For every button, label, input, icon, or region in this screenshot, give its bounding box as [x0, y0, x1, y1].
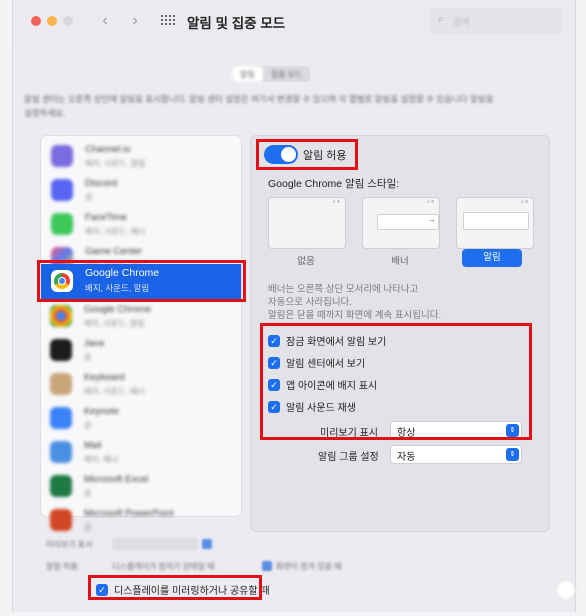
updown-chevron-icon: ⇕ — [506, 448, 519, 461]
style-description: 배너는 오른쪽 상단 모서리에 나타나고 자동으로 사라집니다. 알림은 닫을 … — [268, 284, 442, 321]
list-item[interactable]: Keynote 끔 — [40, 402, 240, 436]
menubar-icons: ⌕ ≡ — [426, 199, 434, 205]
minimize-window-button[interactable] — [47, 16, 57, 26]
style-none-option[interactable]: ⌕ ≡ — [268, 197, 346, 249]
list-item[interactable]: Mail 배지, 배너 — [40, 436, 240, 470]
search-field[interactable]: ⌕ 검색 — [429, 8, 563, 34]
focus-option-text-2: 화면이 잠겨 있을 때 — [276, 562, 342, 571]
app-list-lower: Google Chrome 배지, 사운드, 알림 Java 끔 Keyboard 배… — [40, 300, 240, 532]
focus-option-label: 알림 허용: — [46, 562, 80, 571]
tab-control: 알림 집중 모드 — [232, 66, 311, 82]
list-item[interactable]: Discord 끔 — [41, 174, 241, 208]
list-item[interactable]: FaceTime 배지, 사운드, 배너 — [41, 208, 241, 242]
alert-preview — [463, 212, 529, 230]
highlight-chrome — [37, 260, 246, 302]
menubar-icons: ⌕ ≡ — [332, 199, 340, 205]
grouping-select[interactable]: 자동 ⇕ — [390, 445, 522, 464]
grouping-label: 알림 그룹 설정 — [318, 452, 379, 463]
style-alert-label[interactable]: 알림 — [462, 249, 522, 267]
arrow-right-icon: → — [427, 214, 436, 224]
grouping-value: 자동 — [397, 452, 416, 463]
tab-notifications[interactable]: 알림 — [232, 66, 263, 82]
window-title: 알림 및 집중 모드 — [187, 16, 286, 31]
style-label: Google Chrome 알림 스타일: — [268, 178, 400, 190]
help-button[interactable] — [556, 580, 576, 600]
style-banner-option[interactable]: ⌕ ≡ → — [362, 197, 440, 249]
notification-description: 알림 센터는 오른쪽 상단에 알림을 표시합니다. 알림 센터 설정은 여기서 … — [24, 94, 494, 118]
focus-option-text: 디스플레이가 잠자기 상태일 때 — [112, 562, 215, 571]
style-none-label: 없음 — [297, 256, 315, 267]
checkbox-icon — [262, 561, 272, 571]
preview-setting-label: 미리보기 표시 — [46, 540, 93, 549]
app-icon — [51, 145, 73, 167]
list-item[interactable]: Microsoft PowerPoint 끔 — [40, 504, 240, 538]
title-bar: ‹ › 알림 및 집중 모드 ⌕ 검색 — [13, 0, 575, 44]
app-icon — [50, 441, 72, 463]
app-icon — [50, 475, 72, 497]
show-all-grid-icon[interactable] — [161, 15, 175, 27]
list-item[interactable]: Microsoft Excel 끔 — [40, 470, 240, 504]
preview-setting-select[interactable] — [112, 538, 198, 550]
menubar-icons: ⌕ ≡ — [520, 199, 528, 205]
dropdown-icon — [202, 539, 212, 549]
list-item[interactable]: Google Chrome 배지, 사운드, 알림 — [40, 300, 240, 334]
app-icon — [50, 339, 72, 361]
app-icon — [51, 179, 73, 201]
back-arrow-icon[interactable]: ‹ — [95, 11, 115, 31]
highlight-toggle — [256, 139, 358, 170]
tab-focus[interactable]: 집중 모드 — [263, 66, 311, 82]
app-icon — [50, 407, 72, 429]
style-banner-label: 배너 — [391, 256, 409, 267]
highlight-mirroring — [88, 575, 262, 600]
zoom-window-button[interactable] — [63, 16, 73, 26]
list-item[interactable]: Channel.io 배지, 사운드, 알림 — [41, 140, 241, 174]
close-window-button[interactable] — [31, 16, 41, 26]
style-alert-option[interactable]: ⌕ ≡ — [456, 197, 534, 249]
search-icon: ⌕ — [438, 13, 445, 25]
forward-arrow-icon[interactable]: › — [125, 11, 145, 31]
app-icon — [50, 373, 72, 395]
app-icon — [50, 509, 72, 531]
app-icon — [51, 213, 73, 235]
list-item[interactable]: Java 끔 — [40, 334, 240, 368]
app-icon — [50, 305, 72, 327]
list-item[interactable]: Keyboard 배지, 사운드, 배너 — [40, 368, 240, 402]
highlight-checkboxes — [260, 323, 532, 440]
search-placeholder: 검색 — [453, 17, 470, 27]
